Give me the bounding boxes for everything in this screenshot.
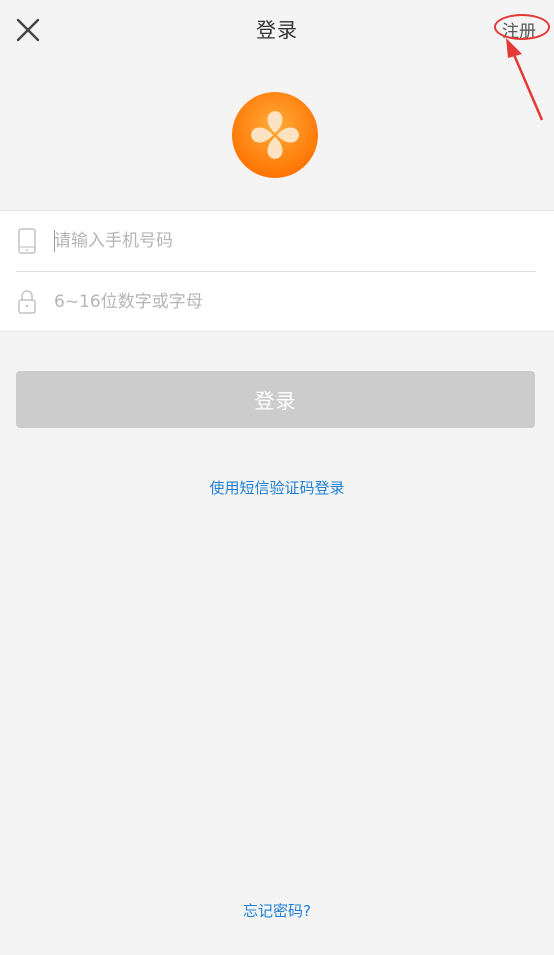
phone-row xyxy=(0,211,554,271)
annotation-arrow-icon xyxy=(506,38,544,121)
password-input[interactable] xyxy=(54,286,524,318)
lock-icon xyxy=(18,290,36,314)
password-row xyxy=(0,272,554,332)
header-bar: 登录 注册 xyxy=(0,0,554,121)
login-button[interactable]: 登录 xyxy=(16,371,535,428)
register-button[interactable]: 注册 xyxy=(502,17,536,42)
phone-icon xyxy=(18,228,36,254)
page-title: 登录 xyxy=(256,18,298,42)
login-page: 登录 注册 请输入手机号码 登录 使用短信验证码登录 忘记密码? xyxy=(0,0,554,955)
phone-input[interactable] xyxy=(54,225,524,257)
app-logo xyxy=(232,92,318,178)
sms-login-link[interactable]: 使用短信验证码登录 xyxy=(0,477,554,498)
four-petal-logo-icon xyxy=(232,92,318,178)
text-caret xyxy=(54,230,55,252)
login-form xyxy=(0,210,554,332)
forgot-password-link[interactable]: 忘记密码? xyxy=(0,900,554,921)
